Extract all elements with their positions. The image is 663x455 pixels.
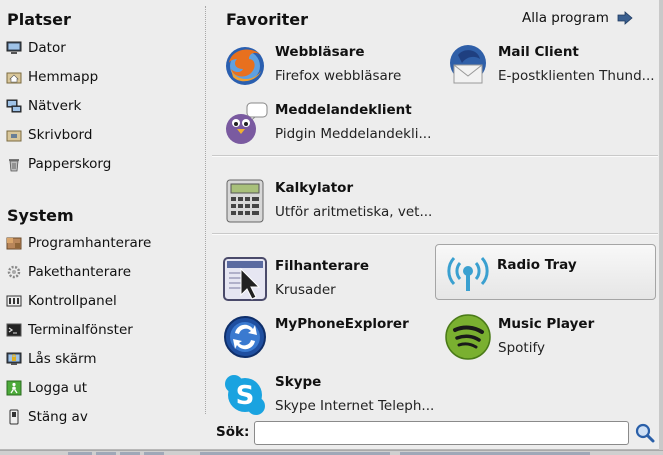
- app-name: Meddelandeklient: [275, 102, 412, 118]
- control-panel-icon: [5, 292, 23, 310]
- system-item-label: Programhanterare: [28, 235, 152, 251]
- app-name: Mail Client: [498, 44, 579, 60]
- places-item-computer[interactable]: Dator: [5, 36, 201, 60]
- myphoneexplorer-icon: [221, 313, 269, 361]
- firefox-icon: [221, 41, 269, 89]
- all-programs-button[interactable]: Alla program: [522, 10, 633, 26]
- power-icon: [5, 408, 23, 426]
- search-input[interactable]: [254, 421, 629, 445]
- app-description: Pidgin Meddelandekli...: [275, 126, 432, 142]
- all-programs-label: Alla program: [522, 10, 609, 26]
- places-item-label: Dator: [28, 40, 66, 56]
- app-radio-tray[interactable]: Radio Tray: [435, 244, 656, 300]
- favorites-heading: Favoriter: [226, 10, 308, 29]
- system-item-label: Lås skärm: [28, 351, 97, 367]
- system-item-logout[interactable]: Logga ut: [5, 376, 201, 400]
- system-item-lock-screen[interactable]: Lås skärm: [5, 347, 201, 371]
- system-heading: System: [7, 206, 74, 225]
- app-description: Krusader: [275, 282, 336, 298]
- app-skype[interactable]: S Skype Skype Internet Teleph...: [218, 366, 438, 422]
- system-item-terminal[interactable]: Terminalfönster: [5, 318, 201, 342]
- app-description: Spotify: [498, 340, 545, 356]
- places-item-network[interactable]: Nätverk: [5, 94, 201, 118]
- system-item-label: Terminalfönster: [28, 322, 133, 338]
- search-label: Sök:: [216, 424, 250, 440]
- places-system-panel: Platser Dator Hemmapp Nätverk Skrivbord: [0, 0, 205, 450]
- lock-screen-icon: [5, 350, 23, 368]
- svg-text:S: S: [236, 381, 255, 411]
- arrow-right-icon: [617, 11, 633, 25]
- spotify-icon: [444, 313, 492, 361]
- system-item-shutdown[interactable]: Stäng av: [5, 405, 201, 429]
- app-description: Firefox webbläsare: [275, 68, 402, 84]
- places-item-trash[interactable]: Papperskorg: [5, 152, 201, 176]
- skype-icon: S: [221, 371, 269, 419]
- package-manager-icon: [5, 234, 23, 252]
- terminal-icon: [5, 321, 23, 339]
- system-item-program-manager[interactable]: Programhanterare: [5, 231, 201, 255]
- taskbar: [0, 450, 663, 455]
- trash-icon: [5, 155, 23, 173]
- app-web-browser[interactable]: Webbläsare Firefox webbläsare: [218, 36, 438, 92]
- network-icon: [5, 97, 23, 115]
- home-folder-icon: [5, 68, 23, 86]
- system-item-package-manager[interactable]: Pakethanterare: [5, 260, 201, 284]
- radio-tray-icon: [444, 249, 492, 297]
- places-heading: Platser: [7, 10, 71, 29]
- pidgin-icon: [221, 99, 269, 147]
- app-name: Radio Tray: [497, 257, 577, 273]
- app-name: Filhanterare: [275, 258, 369, 274]
- system-item-label: Logga ut: [28, 380, 88, 396]
- app-name: Music Player: [498, 316, 595, 332]
- calculator-icon: [221, 177, 269, 225]
- places-item-home[interactable]: Hemmapp: [5, 65, 201, 89]
- file-manager-icon: [221, 255, 269, 303]
- window-edge: [659, 0, 663, 450]
- favorites-separator: [212, 233, 658, 235]
- app-name: Skype: [275, 374, 322, 390]
- gear-icon: [5, 263, 23, 281]
- places-item-label: Hemmapp: [28, 69, 99, 85]
- column-divider: [205, 6, 206, 414]
- system-item-label: Stäng av: [28, 409, 88, 425]
- app-name: Kalkylator: [275, 180, 354, 196]
- desktop-icon: [5, 126, 23, 144]
- system-item-label: Kontrollpanel: [28, 293, 117, 309]
- search-icon[interactable]: [634, 422, 656, 444]
- start-menu: Platser Dator Hemmapp Nätverk Skrivbord: [0, 0, 663, 450]
- thunderbird-icon: [444, 41, 492, 89]
- places-item-label: Nätverk: [28, 98, 82, 114]
- app-messenger[interactable]: Meddelandeklient Pidgin Meddelandekli...: [218, 94, 438, 150]
- logout-icon: [5, 379, 23, 397]
- app-name: Webbläsare: [275, 44, 365, 60]
- app-file-manager[interactable]: Filhanterare Krusader: [218, 250, 438, 306]
- app-description: E-postklienten Thund...: [498, 68, 655, 84]
- system-item-control-panel[interactable]: Kontrollpanel: [5, 289, 201, 313]
- app-description: Utför aritmetiska, vet...: [275, 204, 433, 220]
- app-calculator[interactable]: Kalkylator Utför aritmetiska, vet...: [218, 172, 438, 228]
- app-mail-client[interactable]: Mail Client E-postklienten Thund...: [441, 36, 661, 92]
- places-item-label: Skrivbord: [28, 127, 93, 143]
- app-description: Skype Internet Teleph...: [275, 398, 435, 414]
- places-item-desktop[interactable]: Skrivbord: [5, 123, 201, 147]
- computer-icon: [5, 39, 23, 57]
- system-item-label: Pakethanterare: [28, 264, 132, 280]
- app-name: MyPhoneExplorer: [275, 316, 409, 332]
- favorites-separator: [212, 155, 658, 157]
- app-music-player[interactable]: Music Player Spotify: [441, 308, 661, 364]
- places-item-label: Papperskorg: [28, 156, 112, 172]
- app-myphoneexplorer[interactable]: MyPhoneExplorer: [218, 308, 438, 364]
